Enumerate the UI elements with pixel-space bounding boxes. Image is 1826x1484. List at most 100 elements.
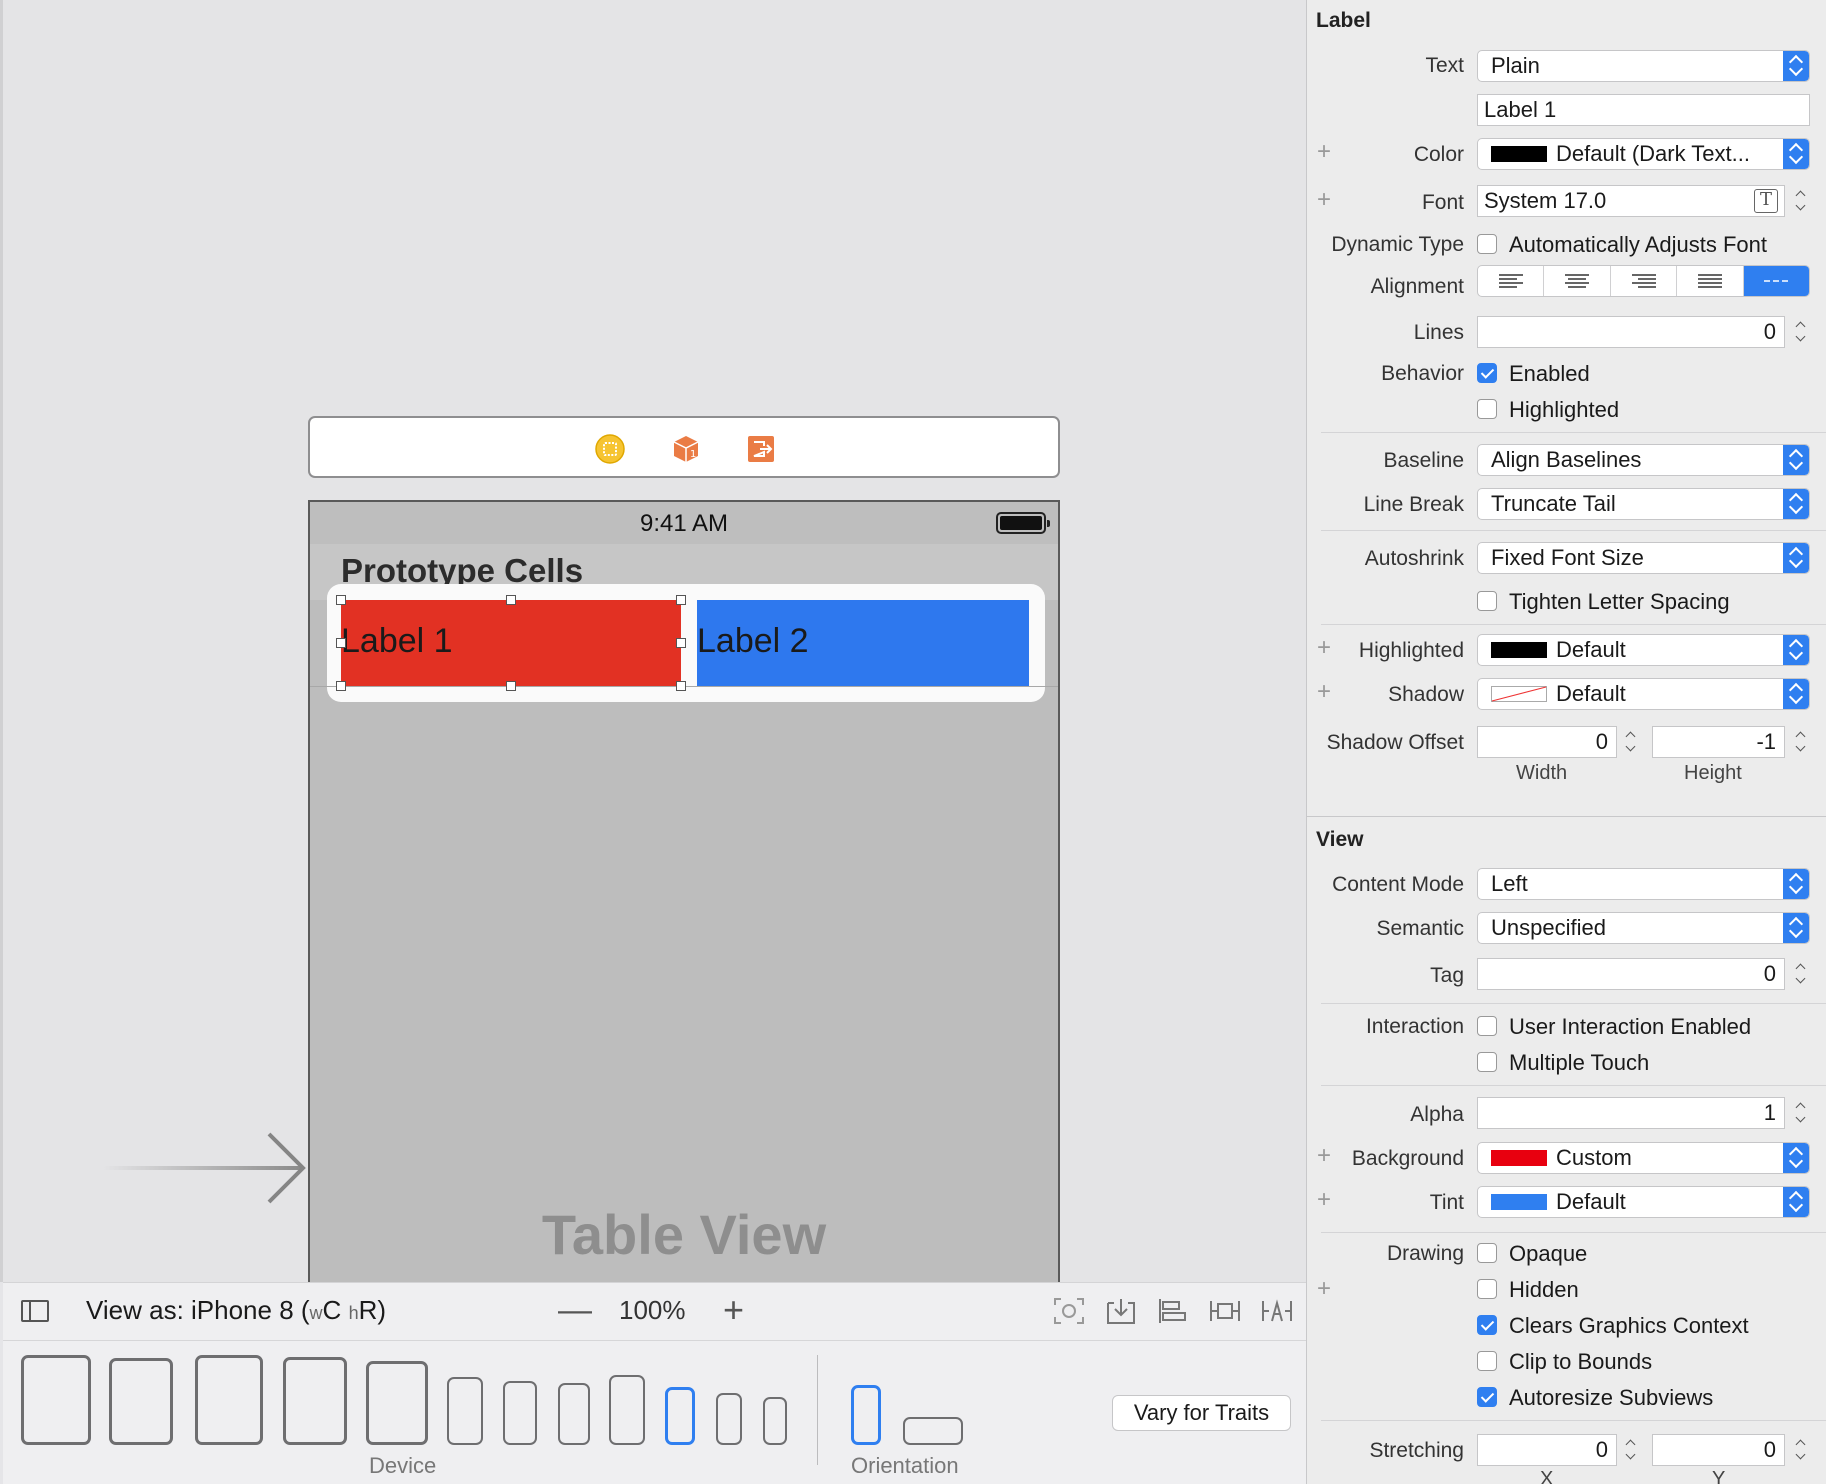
align-icon[interactable]: [1157, 1297, 1189, 1325]
table-view-controller-scene[interactable]: 9:41 AM Prototype Cells Label 1 Label 2 …: [308, 500, 1060, 1282]
resize-handle-top[interactable]: [506, 595, 516, 605]
alpha-field[interactable]: 1: [1477, 1097, 1785, 1129]
tint-popup[interactable]: Default: [1477, 1186, 1810, 1218]
document-outline-toggle-icon[interactable]: [21, 1300, 49, 1322]
text-content-field[interactable]: Label 1: [1477, 94, 1810, 126]
autoshrink-popup[interactable]: Fixed Font Size: [1477, 542, 1810, 574]
add-variation-icon[interactable]: +: [1317, 678, 1331, 706]
auto-adjusts-font-text: Automatically Adjusts Font: [1509, 232, 1768, 257]
semantic-popup[interactable]: Unspecified: [1477, 912, 1810, 944]
add-variation-icon[interactable]: +: [1317, 138, 1331, 166]
zoom-level[interactable]: 100%: [619, 1295, 686, 1326]
shadow-offset-width-stepper[interactable]: [1623, 726, 1639, 758]
separator: [1321, 530, 1826, 531]
resize-handle-bottom-left[interactable]: [336, 681, 346, 691]
align-natural-button[interactable]: [1743, 266, 1809, 296]
add-variation-icon[interactable]: +: [1317, 1142, 1331, 1170]
auto-adjusts-font-checkbox[interactable]: [1477, 234, 1497, 254]
orientation-caption: Orientation: [851, 1453, 959, 1478]
resize-handle-top-left[interactable]: [336, 595, 346, 605]
label-1-view[interactable]: Label 1: [336, 595, 686, 691]
lines-stepper[interactable]: [1793, 316, 1809, 348]
align-right-button[interactable]: [1611, 266, 1678, 296]
device-ipad-icon[interactable]: [366, 1361, 428, 1445]
first-responder-icon[interactable]: 1: [670, 433, 702, 465]
resolve-autolayout-issues-icon[interactable]: [1261, 1297, 1293, 1325]
resize-handle-top-right[interactable]: [676, 595, 686, 605]
align-justified-button[interactable]: [1677, 266, 1744, 296]
view-controller-icon[interactable]: [594, 433, 626, 465]
device-ipad-pro-10-5-icon[interactable]: [195, 1355, 263, 1445]
view-as-label[interactable]: View as: iPhone 8 (wC hR): [86, 1295, 386, 1326]
canvas-bottom-bar: View as: iPhone 8 (wC hR) — 100% +: [3, 1282, 1306, 1340]
alpha-stepper[interactable]: [1793, 1097, 1809, 1129]
device-iphone-11-pro-max-icon[interactable]: [447, 1377, 483, 1445]
device-ipad-pro-12-9-icon[interactable]: [21, 1355, 91, 1445]
initial-view-controller-arrow-icon[interactable]: [103, 1128, 309, 1208]
vary-for-traits-button[interactable]: Vary for Traits: [1112, 1395, 1291, 1431]
zoom-out-button[interactable]: —: [558, 1291, 592, 1330]
tighten-letter-spacing-checkbox[interactable]: [1477, 591, 1497, 611]
font-size-stepper[interactable]: [1793, 185, 1809, 217]
orientation-portrait-icon[interactable]: [851, 1385, 881, 1445]
update-frames-icon[interactable]: [1053, 1297, 1085, 1325]
lines-field[interactable]: 0: [1477, 316, 1785, 348]
shadow-offset-width-field[interactable]: 0: [1477, 726, 1617, 758]
resize-handle-bottom[interactable]: [506, 681, 516, 691]
align-left-button[interactable]: [1478, 266, 1545, 296]
resize-handle-bottom-right[interactable]: [676, 681, 686, 691]
embed-in-icon[interactable]: [1105, 1297, 1137, 1325]
highlighted-checkbox[interactable]: [1477, 399, 1497, 419]
stretching-y-field[interactable]: 0: [1652, 1434, 1785, 1466]
stretching-x-stepper[interactable]: [1623, 1434, 1639, 1466]
stretching-x-field[interactable]: 0: [1477, 1434, 1617, 1466]
device-iphone-11-icon[interactable]: [503, 1381, 537, 1445]
font-field[interactable]: System 17.0 T: [1477, 185, 1785, 217]
line-break-popup[interactable]: Truncate Tail: [1477, 488, 1810, 520]
storyboard-canvas[interactable]: 1 9:41 AM Prototype Cells Label 1 Label …: [0, 0, 1306, 1282]
tag-stepper[interactable]: [1793, 958, 1809, 990]
stretching-y-stepper[interactable]: [1793, 1434, 1809, 1466]
font-picker-icon[interactable]: T: [1754, 189, 1778, 213]
device-iphone-se-icon[interactable]: [716, 1393, 742, 1445]
baseline-popup[interactable]: Align Baselines: [1477, 444, 1810, 476]
add-variation-icon[interactable]: +: [1317, 186, 1331, 214]
resize-handle-left[interactable]: [336, 638, 346, 648]
shadow-offset-height-stepper[interactable]: [1793, 726, 1809, 758]
user-interaction-enabled-checkbox[interactable]: [1477, 1016, 1497, 1036]
background-popup[interactable]: Custom: [1477, 1142, 1810, 1174]
device-iphone-8-plus-icon[interactable]: [609, 1375, 645, 1445]
zoom-in-button[interactable]: +: [723, 1289, 744, 1331]
device-iphone-8-icon[interactable]: [665, 1387, 695, 1445]
clears-graphics-context-text: Clears Graphics Context: [1509, 1313, 1749, 1338]
popup-arrows-icon: [1783, 445, 1809, 475]
opaque-checkbox[interactable]: [1477, 1243, 1497, 1263]
align-natural-icon: [1764, 280, 1789, 282]
exit-icon[interactable]: [745, 433, 777, 465]
align-center-button[interactable]: [1544, 266, 1611, 296]
hidden-checkbox[interactable]: [1477, 1279, 1497, 1299]
clears-graphics-context-checkbox[interactable]: [1477, 1315, 1497, 1335]
add-variation-icon[interactable]: +: [1317, 634, 1331, 662]
shadow-offset-height-field[interactable]: -1: [1652, 726, 1785, 758]
device-ipad-air-icon[interactable]: [283, 1357, 347, 1445]
tag-field[interactable]: 0: [1477, 958, 1785, 990]
content-mode-popup[interactable]: Left: [1477, 868, 1810, 900]
autoresize-subviews-checkbox[interactable]: [1477, 1387, 1497, 1407]
add-variation-icon[interactable]: +: [1317, 1186, 1331, 1214]
highlighted-color-popup[interactable]: Default: [1477, 634, 1810, 666]
add-constraints-icon[interactable]: [1209, 1297, 1241, 1325]
shadow-popup[interactable]: Default: [1477, 678, 1810, 710]
device-ipad-pro-11-icon[interactable]: [109, 1358, 173, 1445]
resize-handle-right[interactable]: [676, 638, 686, 648]
color-popup[interactable]: Default (Dark Text...: [1477, 138, 1810, 170]
label-2-view[interactable]: Label 2: [697, 600, 1029, 686]
clip-to-bounds-checkbox[interactable]: [1477, 1351, 1497, 1371]
text-type-popup[interactable]: Plain: [1477, 50, 1810, 82]
orientation-landscape-icon[interactable]: [903, 1417, 963, 1445]
add-variation-icon[interactable]: +: [1317, 1275, 1331, 1303]
device-iphone-11-pro-icon[interactable]: [558, 1383, 590, 1445]
device-iphone-4s-icon[interactable]: [763, 1397, 787, 1445]
enabled-checkbox[interactable]: [1477, 363, 1497, 383]
multiple-touch-checkbox[interactable]: [1477, 1052, 1497, 1072]
